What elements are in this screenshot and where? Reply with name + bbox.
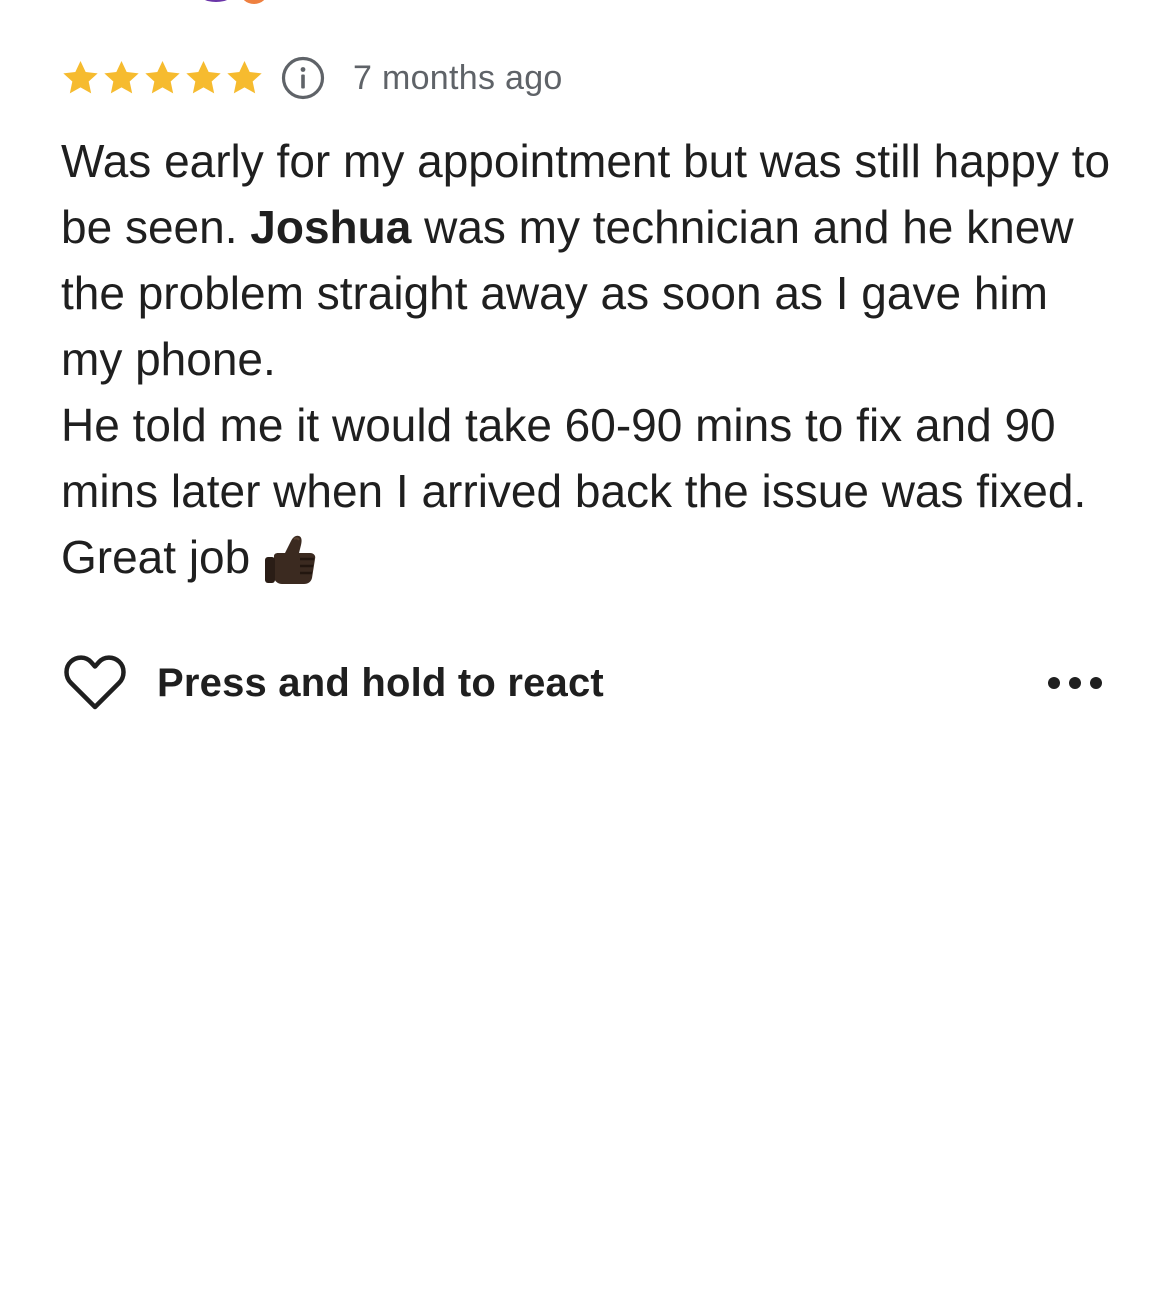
star-icon (142, 58, 183, 98)
avatar (240, 0, 268, 4)
review-text: Was early for my appointment but was sti… (61, 128, 1121, 590)
heart-icon[interactable] (62, 653, 128, 713)
star-icon (101, 58, 142, 98)
more-horizontal-icon (1069, 677, 1081, 689)
star-icon (183, 58, 224, 98)
more-horizontal-icon (1090, 677, 1102, 689)
avatar (196, 0, 236, 2)
more-options-button[interactable] (1048, 668, 1102, 698)
review-text-part: He told me it would take 60-90 mins to f… (61, 399, 1087, 583)
technician-name: Joshua (250, 201, 412, 253)
star-rating (60, 58, 265, 98)
review-paragraph: He told me it would take 60-90 mins to f… (61, 392, 1121, 590)
rating-row: 7 months ago (60, 54, 563, 102)
reaction-bar: Press and hold to react (62, 650, 1112, 716)
info-icon[interactable] (280, 55, 326, 101)
reviewer-avatars-partial (196, 0, 286, 4)
more-horizontal-icon (1048, 677, 1060, 689)
react-button-label[interactable]: Press and hold to react (157, 661, 604, 706)
review-paragraph: Was early for my appointment but was sti… (61, 128, 1121, 392)
star-icon (60, 58, 101, 98)
review-time-ago: 7 months ago (353, 58, 563, 97)
star-icon (224, 58, 265, 98)
thumbs-up-emoji-icon (260, 529, 320, 589)
